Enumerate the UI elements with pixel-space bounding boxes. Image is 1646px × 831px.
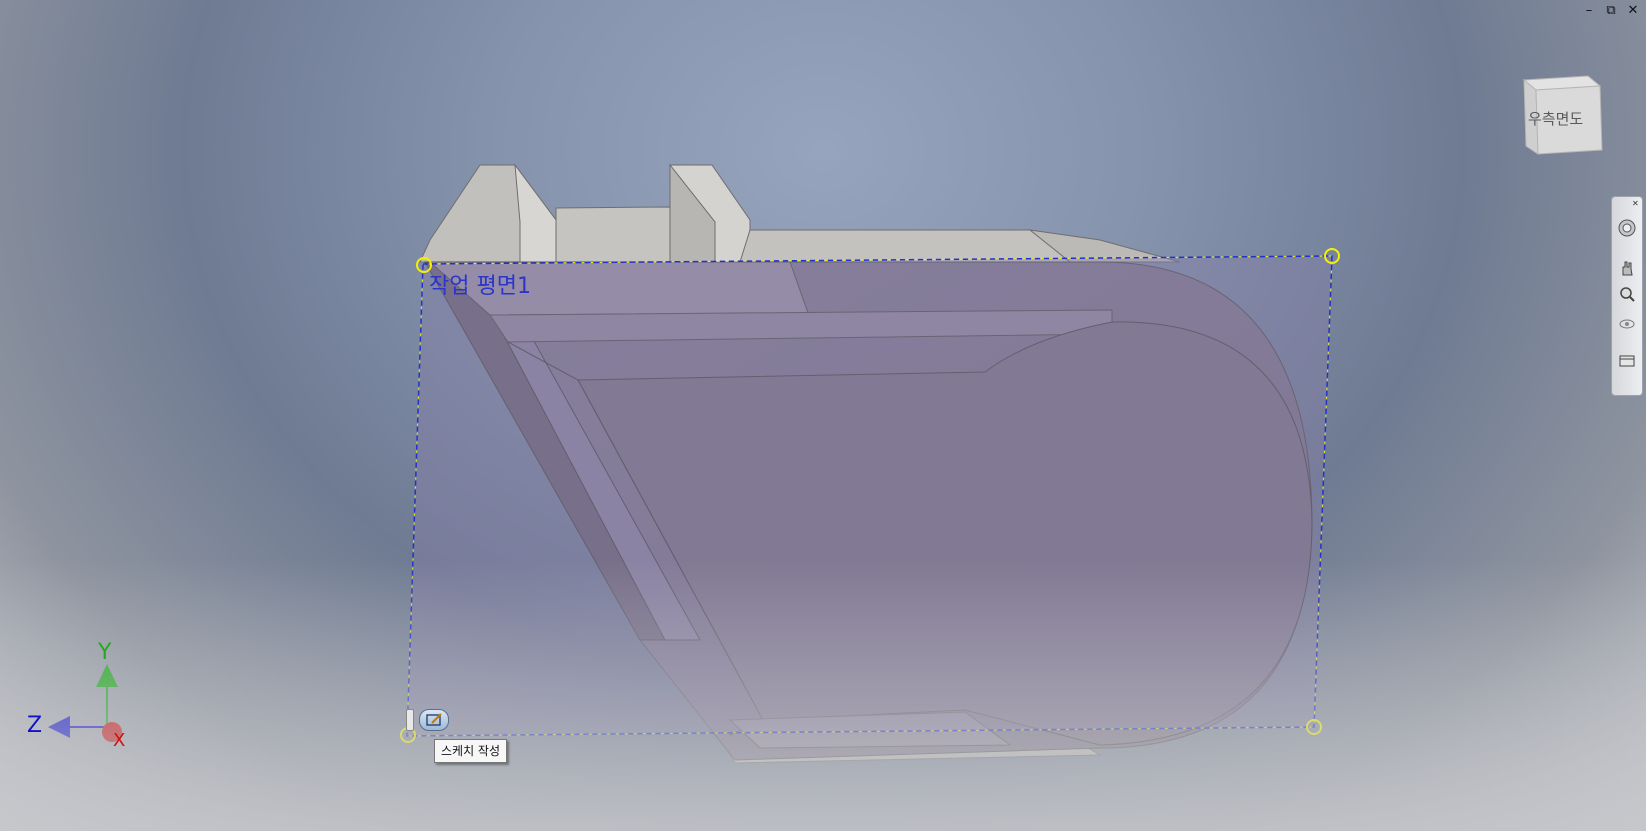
navigation-bar: ✕ — [1611, 196, 1643, 396]
close-icon[interactable]: ✕ — [1626, 4, 1640, 18]
restore-icon[interactable]: ⧉ — [1604, 4, 1618, 18]
axis-z-label: Z — [27, 713, 43, 738]
window-controls: – ⧉ ✕ — [1582, 4, 1640, 18]
pan-icon[interactable] — [1618, 259, 1636, 277]
navbar-close-icon[interactable]: ✕ — [1632, 199, 1639, 208]
axis-y-label: Y — [98, 640, 112, 665]
create-sketch-tooltip: 스케치 작성 — [434, 739, 508, 763]
orbit-icon[interactable] — [1618, 315, 1636, 333]
workplane-name: 작업 평면1 — [429, 274, 531, 299]
model-scene[interactable] — [0, 0, 1646, 831]
axis-x-label: X — [113, 730, 126, 751]
look-at-icon[interactable] — [1618, 351, 1636, 369]
sketch-icon — [426, 713, 442, 726]
3d-viewport[interactable]: Y Z X 작업 평면1 스케치 작성 우측면도 – ⧉ ✕ ✕ — [0, 0, 1646, 831]
viewcube-face-label[interactable]: 우측면도 — [1528, 108, 1583, 129]
create-sketch-button[interactable] — [419, 709, 449, 731]
minimize-icon[interactable]: – — [1582, 4, 1596, 18]
axis-triad — [48, 664, 122, 742]
work-plane[interactable] — [400, 248, 1340, 743]
mini-toolbar-grip[interactable] — [406, 709, 414, 731]
steering-wheel-icon[interactable] — [1618, 219, 1636, 237]
zoom-icon[interactable] — [1618, 285, 1636, 303]
